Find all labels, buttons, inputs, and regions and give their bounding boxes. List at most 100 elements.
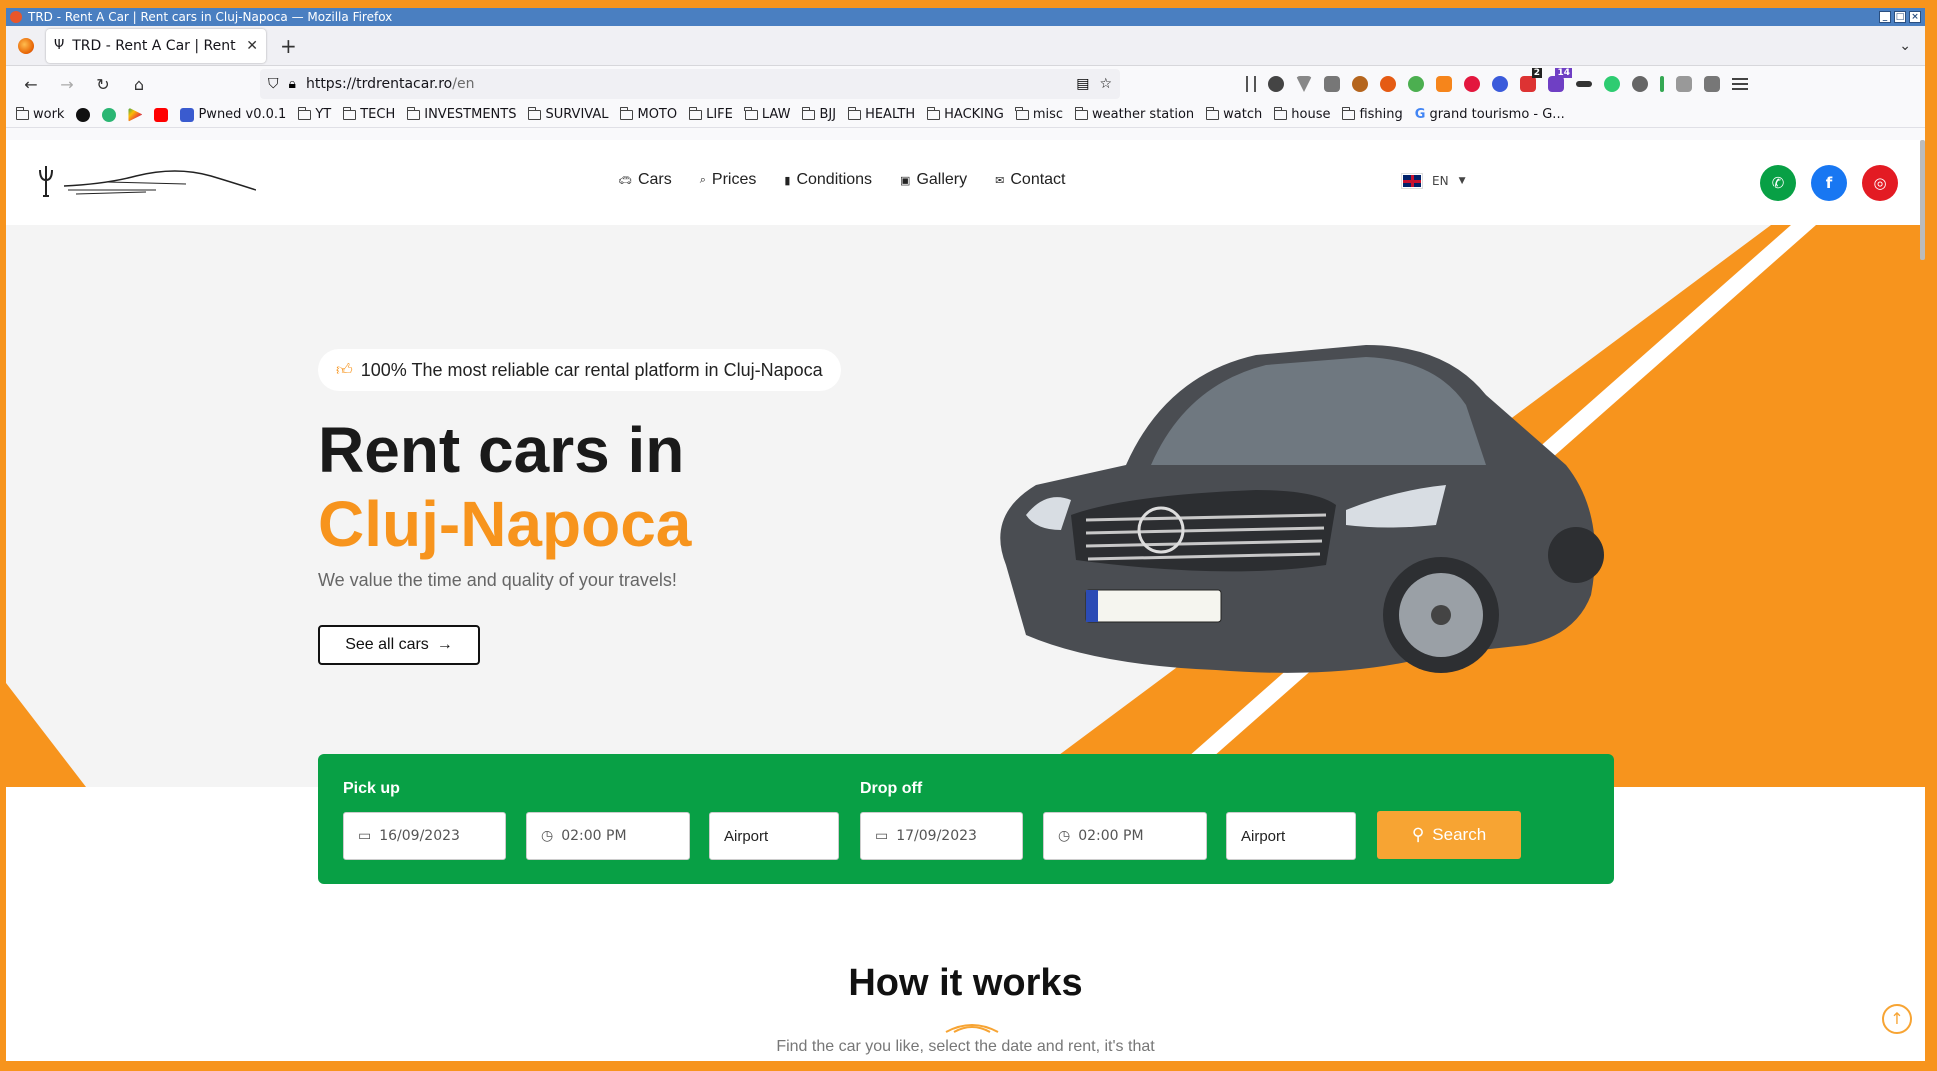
bookmark-google[interactable]: Ggrand tourismo - G...	[1415, 107, 1565, 122]
bookmark-pwned[interactable]: Pwned v0.0.1	[180, 107, 286, 122]
tab-active[interactable]: Ψ TRD - Rent A Car | Rent c ✕	[46, 28, 266, 63]
extension-green-icon[interactable]	[1408, 76, 1424, 92]
reload-button[interactable]: ↻	[88, 75, 118, 94]
extension-plus-icon[interactable]	[1660, 76, 1664, 92]
bookmark-folder[interactable]: INVESTMENTS	[406, 106, 516, 122]
dropoff-location-value: Airport	[1241, 827, 1286, 845]
how-it-works-title: How it works	[848, 962, 1083, 1004]
facebook-icon[interactable]: f	[1811, 165, 1847, 201]
lock-icon[interactable]: 🔒︎	[289, 76, 296, 92]
instagram-icon[interactable]: ◎	[1862, 165, 1898, 201]
bookmark-folder[interactable]: house	[1273, 106, 1330, 122]
bookmark-folder[interactable]: watch	[1205, 106, 1262, 122]
language-selector[interactable]: EN ▼	[1401, 173, 1465, 189]
bookmark-folder[interactable]: YT	[297, 106, 331, 122]
back-button[interactable]: ←	[16, 75, 46, 94]
folder-icon	[1015, 106, 1029, 120]
clock-icon: ◷	[1058, 828, 1071, 844]
bookmark-folder[interactable]: LIFE	[688, 106, 733, 122]
nav-conditions-label: Conditions	[796, 171, 873, 188]
dropoff-date-input[interactable]: ▭ 17/09/2023	[860, 812, 1023, 860]
extension-v-icon[interactable]	[1296, 76, 1312, 92]
bookmark-github[interactable]	[76, 107, 91, 122]
hamburger-menu-icon[interactable]	[1732, 78, 1748, 90]
url-bar[interactable]: ⛉ 🔒︎ https://trdrentacar.ro/en ▤ ☆	[260, 69, 1120, 99]
bookmark-folder[interactable]: TECH	[342, 106, 395, 122]
tag-icon: ⌕	[699, 173, 706, 186]
search-button[interactable]: ⚲ Search	[1377, 811, 1521, 859]
language-code: EN	[1432, 174, 1449, 188]
nav-gallery[interactable]: ▣ Gallery	[900, 171, 967, 189]
tagline-text: 100% The most reliable car rental platfo…	[360, 359, 823, 380]
bookmark-folder[interactable]: fishing	[1341, 106, 1403, 122]
adblock-icon[interactable]	[1464, 76, 1480, 92]
dropoff-time-input[interactable]: ◷ 02:00 PM	[1043, 812, 1207, 860]
clock-icon: ◷	[541, 828, 554, 844]
extension-hat-icon[interactable]	[1576, 81, 1592, 87]
pickup-date-input[interactable]: ▭ 16/09/2023	[343, 812, 506, 860]
extension-purple-icon[interactable]: 14	[1548, 68, 1572, 92]
bookmark-folder[interactable]: weather station	[1074, 106, 1194, 122]
bookmark-work[interactable]: work	[15, 106, 64, 122]
bookmark-folder[interactable]: MOTO	[619, 106, 677, 122]
nav-contact[interactable]: ✉ Contact	[995, 171, 1065, 189]
bookmark-site[interactable]	[102, 107, 117, 122]
library-icon[interactable]	[1246, 76, 1256, 92]
whatsapp-icon[interactable]: ✆	[1760, 165, 1796, 201]
folder-icon	[527, 106, 542, 120]
dropoff-time-value: 02:00 PM	[1078, 828, 1144, 844]
nav-prices[interactable]: ⌕ Prices	[700, 171, 757, 189]
decorative-arc-icon	[945, 1024, 999, 1033]
bookmark-folder[interactable]: SURVIVAL	[527, 106, 608, 122]
bookmark-folder[interactable]: HEALTH	[847, 106, 915, 122]
bookmark-folder[interactable]: misc	[1015, 106, 1063, 122]
dropoff-location-select[interactable]: Airport	[1226, 812, 1356, 860]
bookmark-folder[interactable]: HACKING	[926, 106, 1004, 122]
pickup-location-select[interactable]: Airport	[709, 812, 839, 860]
bookmark-folder[interactable]: BJJ	[801, 106, 836, 122]
nav-cars[interactable]: 🚗︎ Cars	[618, 171, 672, 189]
bookmark-play[interactable]	[128, 107, 143, 122]
scroll-to-top-button[interactable]: ↑	[1882, 1004, 1912, 1034]
extension-block-icon[interactable]	[1380, 76, 1396, 92]
close-tab-icon[interactable]: ✕	[246, 38, 258, 54]
extension-badge-icon[interactable]: 2	[1520, 68, 1542, 92]
see-all-cars-button[interactable]: See all cars →	[318, 625, 480, 665]
extension-sync-icon[interactable]	[1604, 76, 1620, 92]
page-scrollbar[interactable]	[1920, 140, 1925, 260]
extension-grid-icon[interactable]	[1676, 76, 1692, 92]
folder-icon	[297, 106, 312, 120]
forward-button[interactable]: →	[52, 75, 82, 94]
extension-gear-icon[interactable]	[1632, 76, 1648, 92]
shield-icon[interactable]: ⛉	[268, 76, 279, 92]
nav-conditions[interactable]: ▮ Conditions	[784, 171, 872, 189]
metamask-icon[interactable]	[1436, 76, 1452, 92]
extension-blue-icon[interactable]	[1492, 76, 1508, 92]
bookmark-youtube[interactable]	[154, 107, 169, 122]
folder-icon	[1205, 106, 1220, 120]
extension-a-icon[interactable]	[1268, 76, 1284, 92]
firefox-view-icon[interactable]	[18, 37, 34, 54]
chevron-down-icon[interactable]: ⌄	[1899, 38, 1911, 54]
window-title: TRD - Rent A Car | Rent cars in Cluj-Nap…	[28, 10, 393, 24]
minimize-button[interactable]: _	[1879, 11, 1891, 23]
extensions-puzzle-icon[interactable]	[1704, 76, 1720, 92]
youtube-icon	[154, 107, 169, 122]
reader-view-icon[interactable]: ▤	[1076, 76, 1089, 92]
home-button[interactable]: ⌂	[124, 75, 154, 94]
new-tab-button[interactable]: +	[280, 34, 297, 58]
close-window-button[interactable]: ×	[1909, 11, 1921, 23]
pickup-time-input[interactable]: ◷ 02:00 PM	[526, 812, 690, 860]
calendar-icon: ▭	[875, 828, 889, 844]
extension-cookie-icon[interactable]	[1352, 76, 1368, 92]
maximize-button[interactable]: □	[1894, 11, 1906, 23]
folder-icon	[619, 106, 634, 120]
nav-cars-label: Cars	[637, 171, 672, 188]
nav-prices-label: Prices	[711, 171, 757, 188]
bookmark-label: LIFE	[706, 107, 733, 122]
extension-image-icon[interactable]	[1324, 76, 1340, 92]
bookmark-folder[interactable]: LAW	[744, 106, 790, 122]
pickup-date-value: 16/09/2023	[379, 828, 460, 844]
bookmark-star-icon[interactable]: ☆	[1099, 76, 1112, 92]
site-logo[interactable]	[36, 162, 257, 206]
